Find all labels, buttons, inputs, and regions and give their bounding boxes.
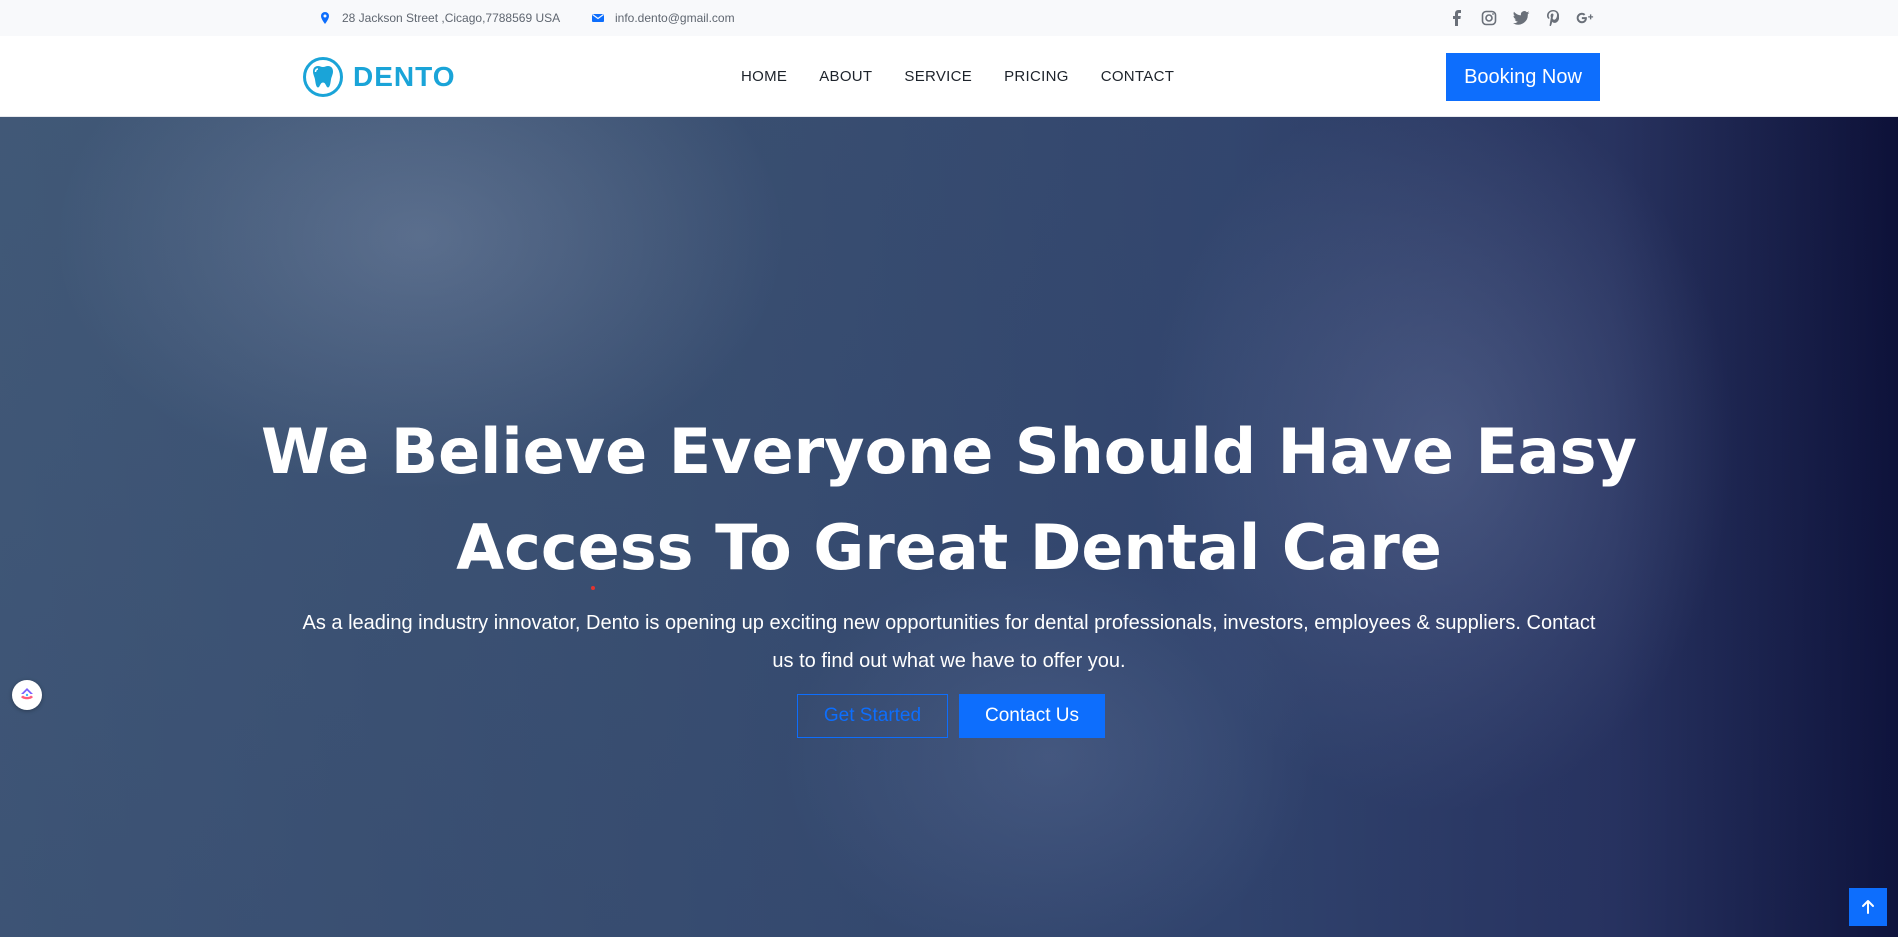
scroll-to-top-button[interactable] [1849,888,1887,926]
map-pin-icon [318,11,332,25]
top-info-bar: 28 Jackson Street ,Cicago,7788569 USA in… [0,0,1898,36]
pinterest-icon[interactable] [1544,9,1562,27]
google-plus-icon[interactable] [1576,9,1594,27]
email-item[interactable]: info.dento@gmail.com [591,0,735,36]
arrow-up-icon [1862,900,1874,914]
decorative-dot [591,586,595,590]
brand-name: DENTO [353,61,456,92]
twitter-icon[interactable] [1512,9,1530,27]
facebook-icon[interactable] [1448,9,1466,27]
brand-logo[interactable]: DENTO [303,56,456,98]
booking-now-button[interactable]: Booking Now [1446,53,1600,101]
nav-item-about[interactable]: ABOUT [819,68,872,85]
hero-subtitle: As a leading industry innovator, Dento i… [302,612,1596,672]
main-navbar: DENTO HOME ABOUT SERVICE PRICING CONTACT… [0,36,1898,117]
address-text: 28 Jackson Street ,Cicago,7788569 USA [342,11,561,25]
hero-title-line-1: We Believe Everyone Should Have Easy [261,415,1637,488]
address-item: 28 Jackson Street ,Cicago,7788569 USA [318,0,560,36]
primary-menu: HOME ABOUT SERVICE PRICING CONTACT [741,36,1174,117]
social-links [1448,0,1594,36]
contact-us-button[interactable]: Contact Us [959,694,1105,738]
hero-section: We Believe Everyone Should Have Easy Acc… [0,117,1898,937]
get-started-button[interactable]: Get Started [797,694,948,738]
hero-title-line-2: Access To Great Dental Care [456,511,1442,584]
nav-item-home[interactable]: HOME [741,68,787,85]
envelope-icon [591,11,605,25]
tooth-icon [303,57,343,97]
nav-item-contact[interactable]: CONTACT [1101,68,1174,85]
chat-widget-icon[interactable] [12,680,42,710]
nav-item-pricing[interactable]: PRICING [1004,68,1069,85]
email-text[interactable]: info.dento@gmail.com [615,11,735,25]
nav-item-service[interactable]: SERVICE [904,68,972,85]
hero-title: We Believe Everyone Should Have Easy Acc… [0,404,1898,596]
hero-actions: Get Started Contact Us [797,694,1105,738]
instagram-icon[interactable] [1480,9,1498,27]
